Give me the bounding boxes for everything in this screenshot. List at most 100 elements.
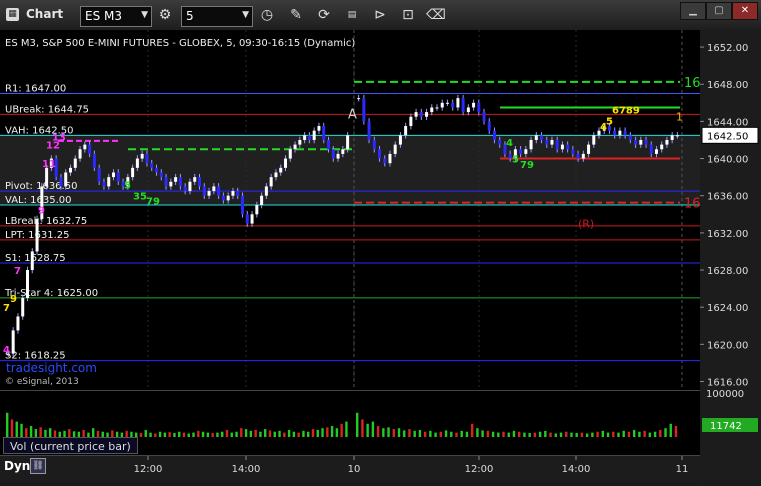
volume-bar [82, 429, 85, 437]
minimize-button[interactable]: ▁ [680, 2, 706, 20]
target-label: 16 [684, 76, 700, 91]
volume-bar [330, 426, 334, 437]
candle-body [131, 167, 135, 178]
volume-panel[interactable] [0, 390, 700, 437]
setup-count-label: 7 [14, 266, 21, 277]
candle-body [293, 144, 297, 150]
price-axis[interactable]: 1616.00 1620.00 1624.00 1628.00 1632.00 1636.… [700, 30, 761, 480]
candle-body [226, 195, 230, 201]
close-button[interactable]: ✕ [732, 2, 758, 20]
volume-bar [371, 421, 375, 437]
volume-bar [418, 429, 422, 437]
copyright: © eSignal, 2013 [5, 377, 79, 387]
candle-body [327, 139, 330, 150]
time-axis[interactable]: 12:00 14:00 10 12:00 14:00 11 [0, 455, 700, 482]
candle-body [21, 297, 25, 317]
time-tick-label: 12:00 [134, 464, 163, 475]
volume-bar [444, 430, 448, 437]
candle-body [524, 149, 528, 154]
stop-icon[interactable]: ⊡ [398, 5, 418, 25]
volume-bar [144, 429, 147, 437]
candle-body [16, 316, 20, 331]
candle-body [519, 149, 523, 154]
chart-annotation: (R) [578, 218, 594, 231]
eraser-icon[interactable]: ⌫ [426, 5, 446, 25]
candle-body [367, 121, 371, 140]
candle-body [398, 135, 402, 145]
time-tick-label: 10 [348, 464, 361, 475]
chevron-down-icon[interactable]: ▼ [141, 10, 148, 20]
candle-body [102, 181, 106, 187]
watermark: tradesight.com [6, 361, 97, 375]
price-tick-label: 1628.00 [707, 266, 748, 277]
candle-body [11, 330, 15, 354]
candle-body [654, 149, 658, 154]
candle-body [409, 116, 413, 127]
candle-body [188, 181, 192, 192]
price-chart-panel[interactable]: R1: 1647.00 UBreak: 1644.75 VAH: 1642.50 Pi… [0, 30, 701, 390]
play-icon[interactable]: ⊳ [370, 5, 390, 25]
price-tick-label: 1636.00 [707, 192, 748, 203]
candle-body [592, 135, 596, 145]
price-tick-label: 1616.00 [707, 377, 748, 388]
maximize-button[interactable]: ▢ [706, 2, 732, 20]
volume-bar [408, 429, 411, 437]
refresh-clock-icon[interactable]: ◷ [257, 5, 277, 25]
candle-body [26, 270, 29, 298]
volume-bar [335, 428, 339, 437]
candle-body [618, 130, 622, 136]
draw-pencil-icon[interactable]: ✎ [286, 5, 306, 25]
setup-count-label: 9 [38, 206, 45, 217]
link-icon[interactable]: ⛓ [30, 458, 46, 474]
settings-gear-icon[interactable]: ⚙ [155, 5, 175, 25]
price-tick-label: 1652.00 [707, 43, 748, 54]
candle-body [555, 139, 559, 150]
candle-body [78, 149, 82, 159]
candle-body [378, 149, 382, 159]
volume-bar [68, 429, 71, 437]
volume-bar [366, 423, 369, 437]
candle-body [414, 112, 418, 117]
target-label: 16 [684, 197, 700, 212]
candle-body [284, 158, 287, 168]
setup-count-label: 11 [42, 159, 56, 170]
volume-bar [382, 428, 385, 437]
chart-annotation: 1 [676, 111, 683, 124]
volume-bar [340, 423, 343, 437]
setup-count-label: 12 [46, 141, 60, 152]
candle-body [498, 139, 502, 145]
volume-bar [311, 429, 315, 437]
volume-bar [92, 428, 95, 437]
volume-chart-svg [6, 412, 678, 437]
setup-count-label: 79 [146, 196, 160, 207]
candle-body [207, 191, 211, 196]
volume-bar [53, 430, 57, 437]
candle-body [183, 186, 187, 192]
last-price-label: 1642.50 [707, 131, 748, 142]
study-icon[interactable]: ▤ [342, 5, 362, 25]
candle-body [279, 167, 283, 173]
volume-bar [29, 426, 33, 437]
chevron-down-icon[interactable]: ▼ [242, 10, 249, 20]
volume-bar [244, 429, 248, 437]
candle-body [550, 139, 554, 145]
volume-legend: Vol (current price bar) [3, 437, 138, 454]
candle-body [639, 139, 643, 145]
candle-body [312, 130, 316, 140]
setup-count-label: 4 [3, 345, 10, 356]
candle-body [64, 172, 68, 187]
candle-body [613, 130, 617, 136]
volume-bar [264, 429, 267, 437]
symbol-input[interactable]: ES M3 ▼ [80, 6, 152, 27]
candle-body [307, 135, 311, 140]
candle-body [534, 135, 538, 140]
candle-body [670, 135, 674, 140]
swap-icon[interactable]: ⟳ [314, 5, 334, 25]
volume-bar [49, 428, 52, 437]
setup-count-label: 4 [506, 138, 513, 149]
price-tick-label: 1632.00 [707, 229, 748, 240]
volume-bar [356, 412, 359, 437]
candle-body [660, 144, 664, 150]
interval-input[interactable]: 5 ▼ [181, 6, 253, 27]
price-tick-label: 1620.00 [707, 340, 748, 351]
